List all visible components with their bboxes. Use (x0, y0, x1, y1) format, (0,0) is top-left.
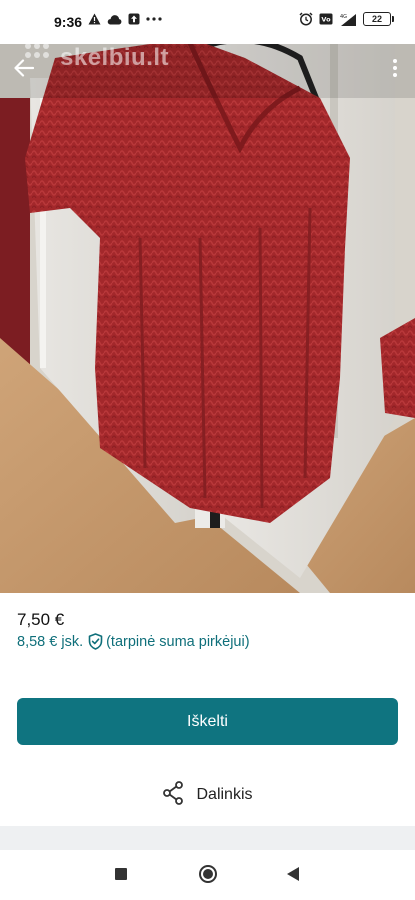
alarm-icon (299, 12, 313, 26)
upload-icon (128, 13, 140, 25)
more-options-button[interactable] (385, 52, 405, 84)
sweater-photo-image (0, 38, 415, 593)
square-icon (114, 867, 128, 886)
shield-check-icon (88, 633, 103, 650)
system-nav-bar (0, 850, 415, 900)
watermark-text: skelbiu.lt (60, 44, 170, 71)
buyer-price: 8,58 € jsk. (17, 633, 84, 650)
listing-price: 7,50 € (17, 610, 65, 629)
more-vertical-icon (393, 58, 397, 78)
share-icon (162, 780, 184, 810)
back-button[interactable] (8, 52, 40, 84)
status-time: 9:36 (54, 14, 83, 30)
status-notification-icons (88, 13, 162, 25)
status-bar: 9:36 Vo 4G 22 (0, 0, 415, 44)
battery-icon: 22 (363, 12, 394, 26)
listing-photo[interactable]: skelbiu.lt (0, 38, 415, 593)
promote-button[interactable]: Iškelti (17, 698, 398, 745)
signal-icon: 4G (339, 13, 357, 26)
arrow-left-icon (14, 59, 34, 77)
buyer-price-note: (tarpinė suma pirkėjui) (106, 633, 250, 650)
buyer-price-row: 8,58 € jsk. (tarpinė suma pirkėjui) (17, 633, 250, 650)
svg-text:4G: 4G (340, 14, 347, 20)
home-button[interactable] (197, 864, 219, 889)
volte-icon: Vo (319, 13, 333, 25)
share-label: Dalinkis (196, 786, 253, 803)
triangle-back-icon (286, 866, 300, 887)
section-divider (0, 826, 415, 850)
warning-icon (88, 13, 101, 25)
cloud-icon (107, 14, 122, 25)
recent-apps-button[interactable] (110, 865, 132, 887)
system-back-button[interactable] (282, 865, 304, 887)
status-system-icons: Vo 4G 22 (299, 12, 394, 26)
share-button[interactable]: Dalinkis (0, 775, 415, 815)
more-notifications-icon (146, 17, 162, 21)
svg-text:Vo: Vo (321, 16, 331, 24)
home-circle-icon (198, 864, 218, 889)
